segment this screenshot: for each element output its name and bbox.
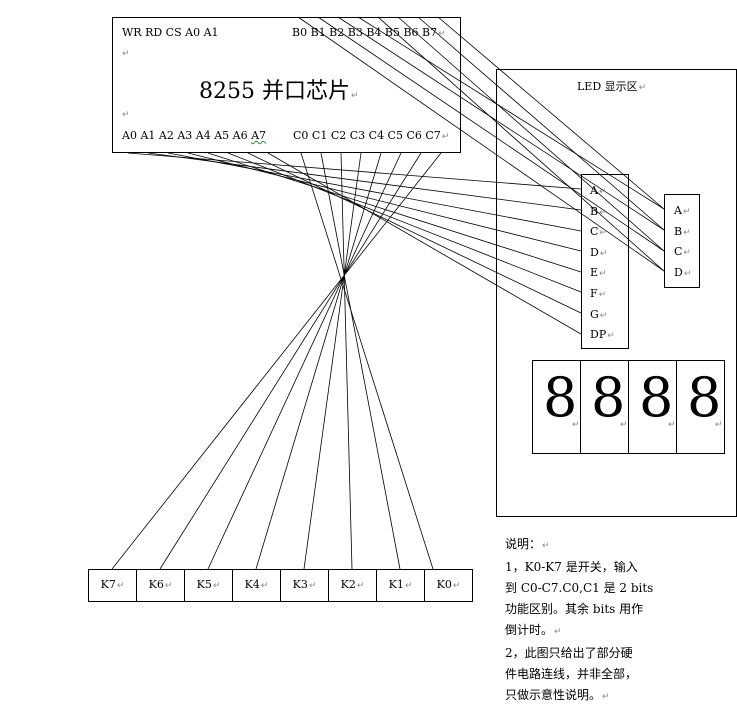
wire-port-c-to-switch [300, 152, 434, 570]
segment-label-g: G↵ [590, 308, 608, 321]
segment-label-dp: DP↵ [590, 328, 615, 341]
notes-line: 1，K0-K7 是开关，输入 [505, 560, 638, 574]
pin-a7: A7 [251, 129, 267, 142]
led-area-title: LED 显示区↵ [577, 80, 647, 93]
chip-port-b-pins: B0 B1 B2 B3 B4 B5 B6 B7↵ [292, 26, 446, 39]
switch-k1[interactable]: K1↵ [377, 570, 425, 601]
return-mark: ↵ [438, 29, 446, 39]
wire-port-c-to-switch [255, 152, 382, 570]
switch-k0[interactable]: K0↵ [425, 570, 472, 601]
chip-port-c-pins: C0 C1 C2 C3 C4 C5 C6 C7↵ [293, 129, 450, 142]
select-label-b: B↵ [674, 225, 691, 238]
select-label-a: A↵ [674, 204, 691, 217]
chip-title: 8255 并口芯片↵ [199, 79, 359, 104]
switch-k3[interactable]: K3↵ [281, 570, 329, 601]
switch-k5[interactable]: K5↵ [185, 570, 233, 601]
notes-line: 功能区别。其余 bits 用作 [505, 602, 644, 616]
segment-label-d: D↵ [590, 246, 608, 259]
switch-row: K7↵ K6↵ K5↵ K4↵ K3↵ K2↵ K1↵ K0↵ [88, 569, 473, 602]
wire-port-c-to-switch [207, 152, 402, 570]
switch-k6[interactable]: K6↵ [137, 570, 185, 601]
segment-label-b: B↵ [590, 205, 607, 218]
digit-select-box: A↵ B↵ C↵ D↵ [664, 194, 700, 288]
digit-cell: 8 ↵ [687, 366, 723, 431]
select-label-c: C↵ [674, 245, 691, 258]
digit-cell: 8 ↵ [581, 361, 629, 453]
segment-label-c: C↵ [590, 225, 607, 238]
chip-port-a-pins: A0 A1 A2 A3 A4 A5 A6 A7 [122, 129, 267, 142]
wire-port-c-to-switch [111, 152, 442, 570]
wire-port-c-to-switch [159, 152, 422, 570]
segment-pins-box: A↵ B↵ C↵ D↵ E↵ F↵ G↵ DP↵ [581, 174, 629, 349]
chip-8255: WR RD CS A0 A1 B0 B1 B2 B3 B4 B5 B6 B7↵ … [112, 17, 461, 153]
wire-port-c-to-switch [340, 152, 353, 570]
seven-segment-display: 8 ↵ 8 ↵ 8 ↵ 8 ↵ [532, 360, 725, 454]
segment-label-a: A↵ [590, 184, 607, 197]
return-mark: ↵ [350, 91, 359, 101]
select-label-d: D↵ [674, 266, 692, 279]
return-mark: ↵ [638, 83, 647, 93]
notes-line: 2，此图只给出了部分硬 [505, 646, 633, 660]
segment-label-f: F↵ [590, 287, 607, 300]
switch-k2[interactable]: K2↵ [329, 570, 377, 601]
notes-heading: 说明：↵ [505, 537, 550, 551]
digit-cell: 8 ↵ [533, 361, 581, 453]
explanation-notes: 说明：↵ 1，K0-K7 是开关，输入 到 C0-C7.C0,C1 是 2 bi… [505, 534, 675, 708]
switch-k4[interactable]: K4↵ [233, 570, 281, 601]
notes-line: 件电路连线，并非全部， [505, 667, 638, 681]
notes-line: 到 C0-C7.C0,C1 是 2 bits [505, 581, 654, 595]
digit-cell: 8 ↵ [629, 361, 677, 453]
return-mark: ↵ [441, 132, 450, 142]
chip-control-pins: WR RD CS A0 A1 [122, 26, 219, 39]
notes-line: 只做示意性说明。↵ [505, 688, 610, 702]
segment-label-e: E↵ [590, 266, 607, 279]
switch-k7[interactable]: K7↵ [89, 570, 137, 601]
notes-line: 倒计时。↵ [505, 623, 562, 637]
return-mark: ↵ [122, 110, 130, 120]
return-mark: ↵ [122, 49, 130, 59]
